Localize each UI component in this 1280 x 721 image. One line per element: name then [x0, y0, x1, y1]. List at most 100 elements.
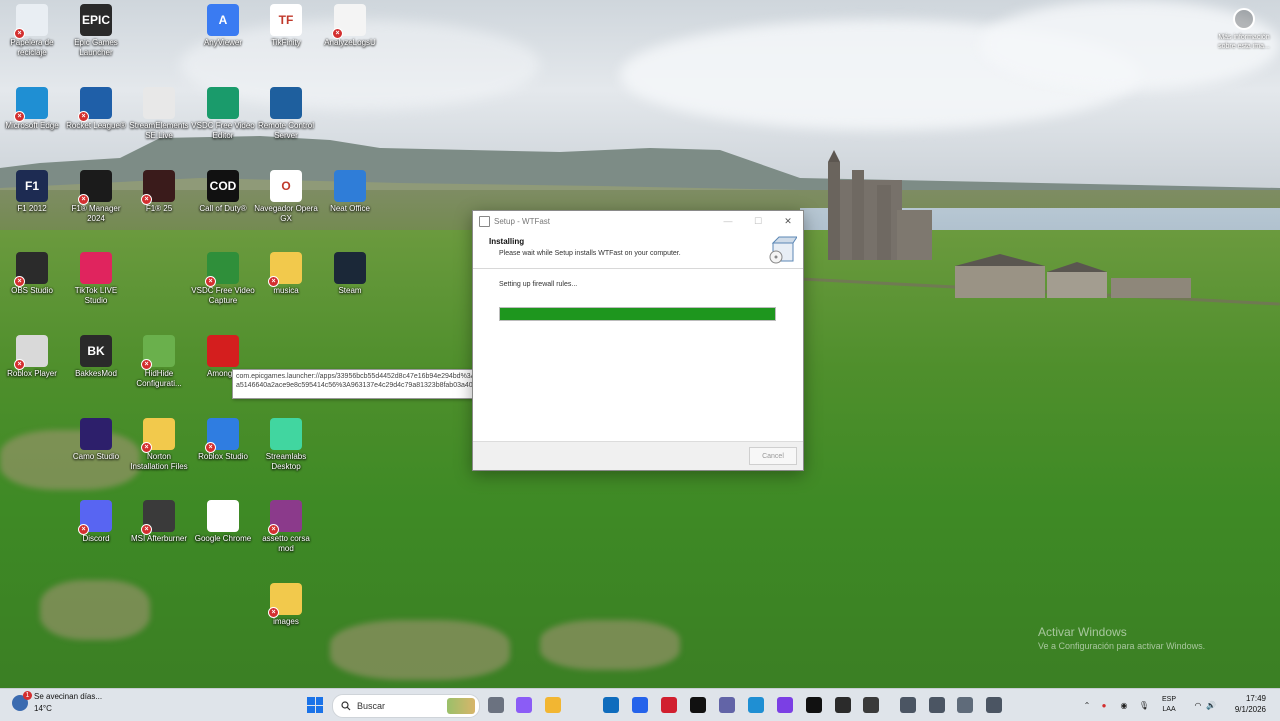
wallpaper-rock: [540, 620, 680, 670]
app-icon: [143, 87, 175, 119]
wallpaper-cottages: [955, 254, 1191, 298]
maximize-button[interactable]: ☐: [743, 211, 773, 231]
taskbar-clock[interactable]: 17:49 9/1/2026: [1228, 693, 1266, 715]
app-icon: ×: [78, 500, 112, 535]
edge-icon[interactable]: [748, 697, 764, 713]
desktop-icon[interactable]: × HidHide Configurati...: [127, 335, 191, 389]
desktop-icon-label: MSI Afterburner: [130, 534, 188, 543]
shortcut-error-badge-icon: ×: [78, 524, 89, 535]
messenger-icon[interactable]: [777, 697, 793, 713]
windows-logo-icon: [315, 697, 323, 705]
store-icon[interactable]: [632, 697, 648, 713]
app-icon: COD: [207, 170, 239, 202]
desktop-icon-label: HidHide Configurati...: [136, 369, 182, 388]
tray-app-icon[interactable]: ●: [1094, 701, 1114, 710]
desktop-icon[interactable]: VSDC Free Video Editor: [191, 87, 255, 141]
setup-task-2-icon[interactable]: [929, 697, 945, 713]
desktop-icon[interactable]: × Papelera de reciclaje: [0, 4, 64, 58]
desktop-icon[interactable]: × assetto corsa mod: [254, 500, 318, 554]
desktop-icon[interactable]: × MSI Afterburner: [127, 500, 191, 544]
tray-record-icon[interactable]: ◉: [1114, 701, 1134, 710]
app-icon: ×: [268, 252, 302, 287]
app-icon: ×: [268, 583, 302, 618]
language-indicator[interactable]: ESP LAA: [1162, 695, 1176, 715]
shortcut-error-badge-icon: ×: [268, 524, 279, 535]
shortcut-error-badge-icon: ×: [78, 194, 89, 205]
desktop-icon[interactable]: TikTok LIVE Studio: [64, 252, 128, 306]
desktop-icon[interactable]: EPIC Epic Games Launcher: [64, 4, 128, 58]
desktop-icon[interactable]: StreamElements SE.Live: [127, 87, 191, 141]
setup-footer: Cancel: [473, 441, 803, 470]
desktop-icon[interactable]: × Rocket League®: [64, 87, 128, 131]
weather-text: Se avecinan días...: [34, 692, 103, 701]
obs-icon[interactable]: [835, 697, 851, 713]
shortcut-error-badge-icon: ×: [332, 28, 343, 39]
app-icon: ×: [78, 87, 112, 122]
copilot-icon[interactable]: [516, 697, 532, 713]
cancel-button[interactable]: Cancel: [749, 447, 797, 465]
keyboard-layout: LAA: [1162, 706, 1176, 713]
desktop-icon[interactable]: Neat Office: [318, 170, 382, 214]
desktop-icon[interactable]: A AnyViewer: [191, 4, 255, 48]
watermark-title: Activar Windows: [1038, 625, 1127, 639]
desktop-icon[interactable]: Camo Studio: [64, 418, 128, 462]
settings-icon[interactable]: [957, 697, 973, 713]
system-status-icons[interactable]: ◠ 🔊: [1192, 689, 1218, 721]
taskbar-search-box[interactable]: Buscar: [332, 694, 480, 718]
desktop-icon[interactable]: TF TikFinity: [254, 4, 318, 48]
media-player-icon[interactable]: [863, 697, 879, 713]
desktop-icon[interactable]: × Norton Installation Files: [127, 418, 191, 472]
file-explorer-icon[interactable]: [545, 697, 561, 713]
task-view-icon[interactable]: [488, 697, 504, 713]
start-button[interactable]: [307, 697, 323, 713]
app-icon: ×: [141, 500, 175, 535]
app-icon: ×: [141, 335, 175, 370]
desktop-icon[interactable]: Steam: [318, 252, 382, 296]
teams-icon[interactable]: [719, 697, 735, 713]
desktop-icon[interactable]: × Roblox Studio: [191, 418, 255, 462]
desktop-icon[interactable]: × F1® 25: [127, 170, 191, 214]
desktop-icon[interactable]: × AnalyzeLogsU: [318, 4, 382, 48]
desktop-icon[interactable]: × images: [254, 583, 318, 627]
shortcut-error-badge-icon: ×: [78, 111, 89, 122]
weather-notification-badge: 1: [23, 690, 32, 700]
outlook-icon[interactable]: [603, 697, 619, 713]
desktop-icon[interactable]: COD Call of Duty®: [191, 170, 255, 214]
tiktok-icon[interactable]: [690, 697, 706, 713]
setup-task-icon[interactable]: [900, 697, 916, 713]
app-icon: [207, 500, 239, 532]
desktop-icon[interactable]: Google Chrome: [191, 500, 255, 544]
minimize-button[interactable]: —: [713, 211, 743, 231]
desktop-icon-label: Roblox Studio: [198, 452, 248, 461]
desktop-icon-label: Neat Office: [330, 204, 370, 213]
desktop-icon[interactable]: O Navegador Opera GX: [254, 170, 318, 224]
desktop-icon[interactable]: × Roblox Player: [0, 335, 64, 379]
desktop-icon[interactable]: × OBS Studio: [0, 252, 64, 296]
wallpaper-castle: [828, 150, 932, 260]
installer-icon[interactable]: [986, 697, 1002, 713]
desktop-icon[interactable]: Streamlabs Desktop: [254, 418, 318, 472]
setup-title-bar[interactable]: Setup - WTFast — ☐ ✕: [473, 211, 803, 231]
app-icon: BK: [80, 335, 112, 367]
app-icon: O: [270, 170, 302, 202]
call-of-duty-icon[interactable]: [806, 697, 822, 713]
desktop-icon-label: F1 2012: [17, 204, 47, 213]
desktop-icon[interactable]: × Discord: [64, 500, 128, 544]
spotlight-info-widget[interactable]: Más información sobre esta ima...: [1214, 8, 1274, 51]
app-icon: ×: [268, 500, 302, 535]
window-controls: — ☐ ✕: [713, 211, 803, 231]
close-button[interactable]: ✕: [773, 211, 803, 231]
desktop-icon[interactable]: BK BakkesMod: [64, 335, 128, 379]
desktop-icon[interactable]: × VSDC Free Video Capture: [191, 252, 255, 306]
chevron-up-icon[interactable]: ⌃: [1080, 701, 1094, 710]
desktop-icon[interactable]: Remote Control Server: [254, 87, 318, 141]
desktop-icon[interactable]: × musica: [254, 252, 318, 296]
desktop-icon[interactable]: × Microsoft Edge: [0, 87, 64, 131]
microphone-icon[interactable]: 🎙: [1134, 701, 1154, 710]
desktop-icon[interactable]: F1 F1 2012: [0, 170, 64, 214]
weather-widget[interactable]: 1 Se avecinan días... 14°C: [12, 690, 103, 713]
desktop-icon[interactable]: × F1® Manager 2024: [64, 170, 128, 224]
app-icon: ×: [14, 252, 48, 287]
clock-time: 17:49: [1245, 694, 1266, 703]
opera-icon[interactable]: [661, 697, 677, 713]
